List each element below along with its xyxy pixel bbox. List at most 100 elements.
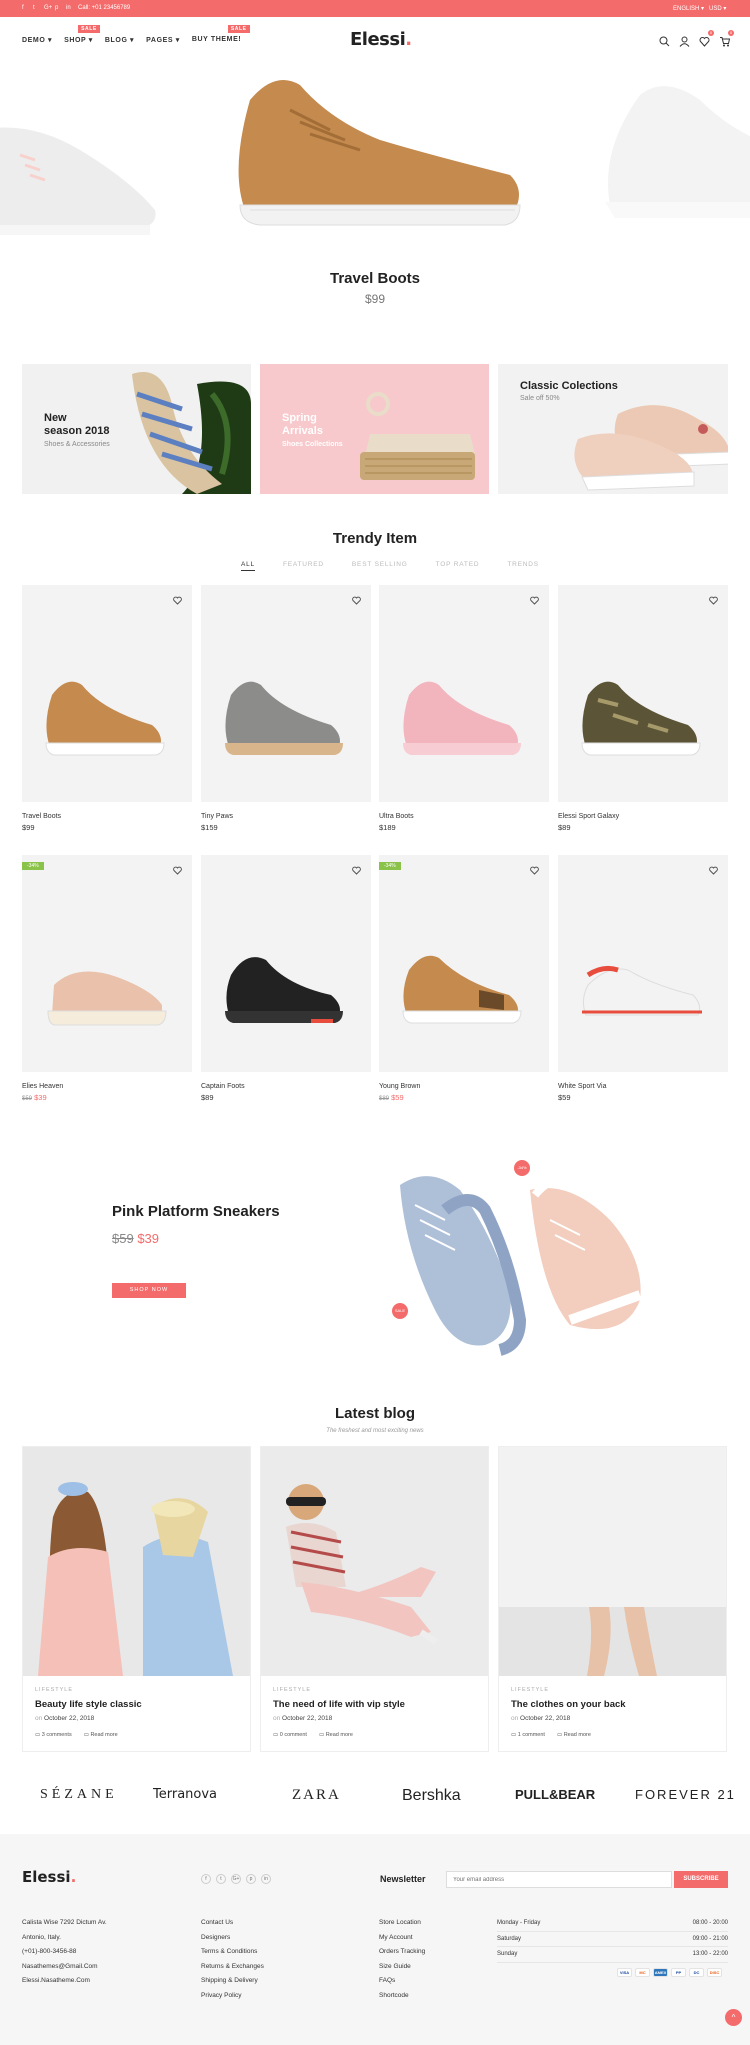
nav-buy-theme[interactable]: BUY THEME! SALE bbox=[192, 25, 250, 44]
heart-icon[interactable] bbox=[530, 592, 539, 605]
banner-classic-collections[interactable]: Classic Colections Sale off 50% bbox=[498, 364, 728, 494]
google-plus-icon[interactable]: G+ bbox=[44, 5, 52, 11]
blog-post-title[interactable]: The clothes on your back bbox=[511, 1699, 626, 1710]
tab-trends[interactable]: TRENDS bbox=[507, 561, 539, 571]
read-more-link[interactable]: ▭ Read more bbox=[319, 1732, 353, 1738]
footer-link[interactable]: Contact Us bbox=[201, 1916, 264, 1931]
footer-link[interactable]: Shortcode bbox=[379, 1989, 425, 2004]
brand-bershka[interactable]: Bershka bbox=[402, 1787, 461, 1805]
shop-now-button[interactable]: SHOP NOW bbox=[112, 1283, 186, 1298]
product-image[interactable] bbox=[22, 585, 192, 802]
blog-card[interactable]: LIFESTYLE The clothes on your back on Oc… bbox=[498, 1446, 727, 1752]
blog-image[interactable] bbox=[261, 1447, 488, 1676]
product-card[interactable]: -34% Young Brown $89 $59 bbox=[379, 855, 549, 1102]
heart-icon[interactable] bbox=[709, 592, 718, 605]
comments-link[interactable]: ▭ 0 comment bbox=[273, 1732, 307, 1738]
brand-sezane[interactable]: SÉZANE bbox=[40, 1787, 118, 1803]
product-name[interactable]: Captain Foots bbox=[201, 1083, 371, 1090]
read-more-link[interactable]: ▭ Read more bbox=[84, 1732, 118, 1738]
heart-icon[interactable] bbox=[530, 862, 539, 875]
heart-icon[interactable] bbox=[173, 862, 182, 875]
product-image[interactable]: -34% bbox=[22, 855, 192, 1072]
wishlist-icon[interactable]: 0 bbox=[699, 30, 714, 47]
footer-link[interactable]: Returns & Exchanges bbox=[201, 1960, 264, 1975]
blog-post-title[interactable]: The need of life with vip style bbox=[273, 1699, 405, 1710]
facebook-icon[interactable]: f bbox=[22, 5, 28, 11]
product-card[interactable]: White Sport Via $59 bbox=[558, 855, 728, 1102]
brand-terranova[interactable]: Terranova bbox=[153, 1787, 217, 1802]
footer-link[interactable]: Privacy Policy bbox=[201, 1989, 264, 2004]
blog-post-title[interactable]: Beauty life style classic bbox=[35, 1699, 142, 1710]
product-card[interactable]: Captain Foots $89 bbox=[201, 855, 371, 1102]
product-image[interactable] bbox=[558, 585, 728, 802]
comments-link[interactable]: ▭ 3 comments bbox=[35, 1732, 72, 1738]
nav-blog[interactable]: BLOG ▾ bbox=[105, 36, 134, 44]
pinterest-icon[interactable]: p bbox=[246, 1874, 256, 1884]
twitter-icon[interactable]: t bbox=[33, 5, 39, 11]
heart-icon[interactable] bbox=[352, 592, 361, 605]
blog-category[interactable]: LIFESTYLE bbox=[511, 1687, 549, 1693]
newsletter-email-input[interactable] bbox=[446, 1871, 672, 1888]
product-name[interactable]: Elies Heaven bbox=[22, 1083, 192, 1090]
product-name[interactable]: Ultra Boots bbox=[379, 813, 549, 820]
product-name[interactable]: White Sport Via bbox=[558, 1083, 728, 1090]
product-name[interactable]: Tiny Paws bbox=[201, 813, 371, 820]
blog-image[interactable] bbox=[499, 1447, 726, 1676]
brand-zara[interactable]: ZARA bbox=[292, 1787, 341, 1804]
website-link[interactable]: Elessi.Nasatheme.Com bbox=[22, 1974, 107, 1989]
back-to-top-button[interactable]: ^ bbox=[725, 2009, 742, 2026]
cart-icon[interactable]: 0 bbox=[719, 30, 734, 47]
pinterest-icon[interactable]: p bbox=[55, 5, 61, 11]
language-select[interactable]: ENGLISH ▾ bbox=[673, 5, 704, 12]
product-card[interactable]: Ultra Boots $189 bbox=[379, 585, 549, 832]
product-name[interactable]: Travel Boots bbox=[22, 813, 192, 820]
blog-category[interactable]: LIFESTYLE bbox=[273, 1687, 311, 1693]
tab-featured[interactable]: FEATURED bbox=[283, 561, 324, 571]
site-logo[interactable]: Elessi. bbox=[350, 29, 412, 50]
banner-spring-arrivals[interactable]: Spring Arrivals Shoes Collections bbox=[260, 364, 489, 494]
blog-image[interactable] bbox=[23, 1447, 250, 1676]
nav-demo[interactable]: DEMO ▾ bbox=[22, 36, 52, 44]
heart-icon[interactable] bbox=[709, 862, 718, 875]
product-card[interactable]: -34% Elies Heaven $59 $39 bbox=[22, 855, 192, 1102]
footer-link[interactable]: My Account bbox=[379, 1931, 425, 1946]
comments-link[interactable]: ▭ 1 comment bbox=[511, 1732, 545, 1738]
brand-pull-and-bear[interactable]: PULL&BEAR bbox=[515, 1787, 595, 1802]
product-image[interactable] bbox=[558, 855, 728, 1072]
nav-shop[interactable]: SHOP ▾ SALE bbox=[64, 25, 100, 44]
search-icon[interactable] bbox=[659, 34, 670, 47]
heart-icon[interactable] bbox=[173, 592, 182, 605]
promo-image[interactable]: -34% SALE bbox=[370, 1150, 655, 1360]
product-card[interactable]: Travel Boots $99 bbox=[22, 585, 192, 832]
footer-link[interactable]: Orders Tracking bbox=[379, 1945, 425, 1960]
nav-pages[interactable]: PAGES ▾ bbox=[146, 36, 180, 44]
blog-category[interactable]: LIFESTYLE bbox=[35, 1687, 73, 1693]
footer-link[interactable]: Shipping & Delivery bbox=[201, 1974, 264, 1989]
footer-link[interactable]: FAQs bbox=[379, 1974, 425, 1989]
footer-link[interactable]: Terms & Conditions bbox=[201, 1945, 264, 1960]
tab-top-rated[interactable]: TOP RATED bbox=[436, 561, 480, 571]
heart-icon[interactable] bbox=[352, 862, 361, 875]
product-name[interactable]: Elessi Sport Galaxy bbox=[558, 813, 728, 820]
hero-slider[interactable] bbox=[0, 60, 750, 245]
blog-card[interactable]: LIFESTYLE Beauty life style classic on O… bbox=[22, 1446, 251, 1752]
instagram-icon[interactable]: in bbox=[261, 1874, 271, 1884]
subscribe-button[interactable]: SUBSCRIBE bbox=[674, 1871, 728, 1888]
instagram-icon[interactable]: in bbox=[66, 5, 72, 11]
blog-card[interactable]: LIFESTYLE The need of life with vip styl… bbox=[260, 1446, 489, 1752]
product-card[interactable]: Tiny Paws $159 bbox=[201, 585, 371, 832]
brand-forever21[interactable]: FOREVER 21 bbox=[635, 1787, 736, 1802]
twitter-icon[interactable]: t bbox=[216, 1874, 226, 1884]
google-plus-icon[interactable]: G+ bbox=[231, 1874, 241, 1884]
footer-link[interactable]: Designers bbox=[201, 1931, 264, 1946]
product-image[interactable] bbox=[201, 855, 371, 1072]
currency-select[interactable]: USD ▾ bbox=[709, 5, 726, 12]
footer-link[interactable]: Store Location bbox=[379, 1916, 425, 1931]
product-image[interactable] bbox=[201, 585, 371, 802]
footer-logo[interactable]: Elessi. bbox=[22, 1868, 76, 1886]
footer-link[interactable]: Size Guide bbox=[379, 1960, 425, 1975]
product-name[interactable]: Young Brown bbox=[379, 1083, 549, 1090]
banner-new-season[interactable]: New season 2018 Shoes & Accessories bbox=[22, 364, 251, 494]
facebook-icon[interactable]: f bbox=[201, 1874, 211, 1884]
product-card[interactable]: Elessi Sport Galaxy $89 bbox=[558, 585, 728, 832]
